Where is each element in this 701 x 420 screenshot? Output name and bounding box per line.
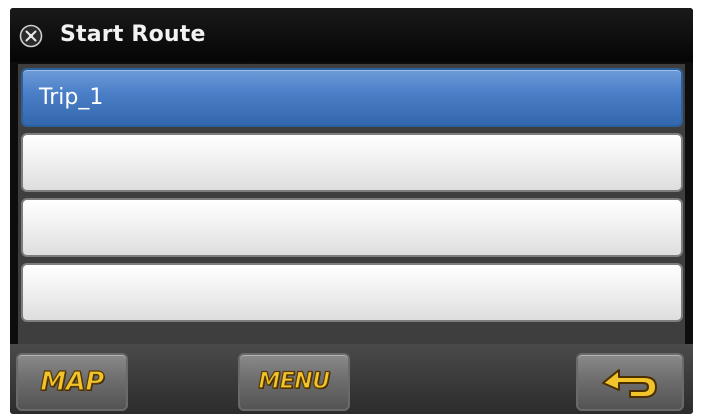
back-button[interactable] <box>576 353 684 411</box>
title-bar: Start Route <box>10 8 693 62</box>
route-item-empty-2[interactable] <box>21 133 683 192</box>
map-button[interactable]: MAP <box>16 353 128 411</box>
route-item-trip-1[interactable]: Trip_1 <box>21 68 683 127</box>
menu-button[interactable]: MENU <box>238 353 350 411</box>
menu-button-label: MENU <box>258 368 331 394</box>
back-arrow-icon <box>602 369 657 398</box>
route-item-label: Trip_1 <box>39 85 104 110</box>
close-icon[interactable] <box>19 24 43 48</box>
route-item-empty-3[interactable] <box>21 198 683 257</box>
start-route-screen: Start Route Trip_1 MAP MENU <box>10 8 693 414</box>
route-list: Trip_1 <box>18 64 685 344</box>
map-button-label: MAP <box>40 366 105 397</box>
page-title: Start Route <box>60 22 206 47</box>
bottom-toolbar: MAP MENU <box>10 344 693 414</box>
route-item-empty-4[interactable] <box>21 263 683 322</box>
